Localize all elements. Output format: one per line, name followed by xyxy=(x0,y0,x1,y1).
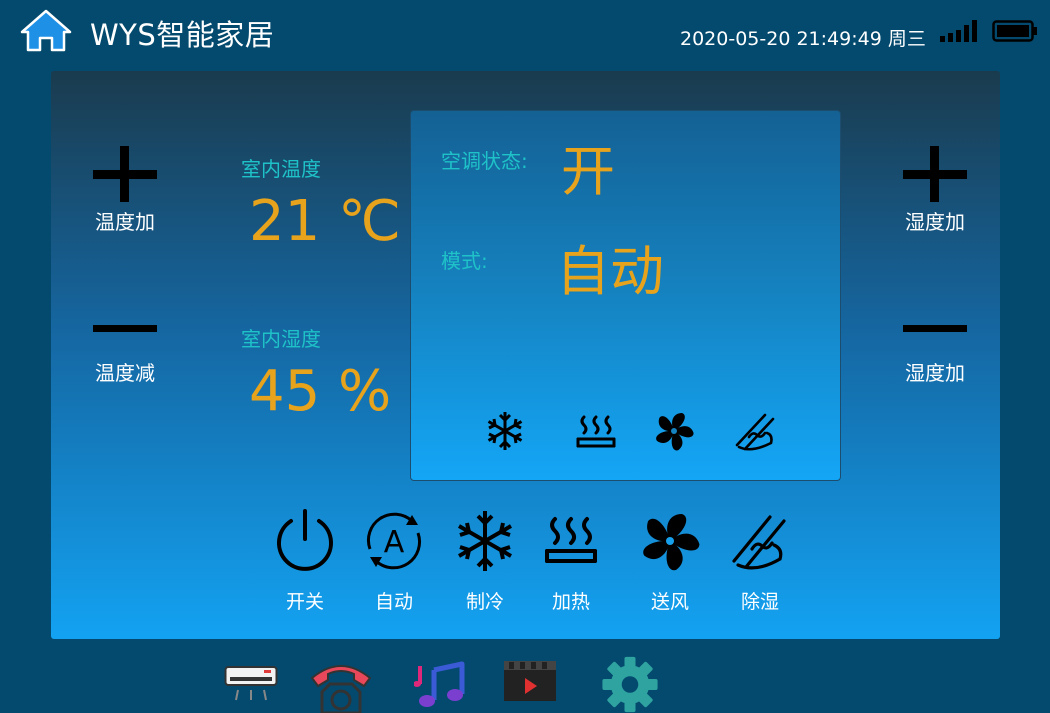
mode-value: 自动 xyxy=(556,240,664,303)
humidity-increase-label: 湿度加 xyxy=(905,210,965,234)
heat-icon xyxy=(576,415,616,448)
cool-mode-button[interactable]: 制冷 xyxy=(445,509,525,614)
humidity-decrease-label: 湿度加 xyxy=(905,361,965,385)
power-label: 开关 xyxy=(285,591,324,613)
fan-icon xyxy=(643,514,700,571)
heat-mode-label: 加热 xyxy=(551,591,590,613)
plus-icon xyxy=(903,146,967,202)
signal-icon xyxy=(940,20,977,42)
battery-icon xyxy=(992,20,1037,42)
fan-mode-button[interactable]: 送风 xyxy=(630,509,710,614)
temperature-increase-button[interactable]: 温度加 xyxy=(70,146,180,235)
minus-icon xyxy=(903,325,967,332)
dehumidify-mode-button[interactable]: 除湿 xyxy=(720,509,800,614)
datetime-display: 2020-05-20 21:49:49 周三 xyxy=(680,28,926,50)
temperature-decrease-label: 温度减 xyxy=(95,361,155,385)
music-icon[interactable] xyxy=(414,660,466,710)
auto-mode-label: 自动 xyxy=(374,591,413,613)
power-button[interactable]: 开关 xyxy=(265,509,345,614)
svg-text:A: A xyxy=(384,525,405,560)
heat-mode-button[interactable]: 加热 xyxy=(531,509,611,614)
ac-status-value: 开 xyxy=(561,140,615,203)
fan-icon xyxy=(656,413,694,451)
snowflake-icon xyxy=(458,511,512,571)
dehumidify-mode-label: 除湿 xyxy=(740,591,779,613)
auto-icon: A xyxy=(366,512,422,570)
ac-status-panel: 空调状态: 开 模式: 自动 xyxy=(410,110,841,481)
indoor-humidity-value: 45 % xyxy=(249,359,392,424)
humidity-increase-button[interactable]: 湿度加 xyxy=(880,146,990,235)
dehumidify-icon xyxy=(735,413,775,451)
auto-mode-button[interactable]: A 自动 xyxy=(354,509,434,614)
cool-mode-label: 制冷 xyxy=(465,591,504,613)
humidity-decrease-button[interactable]: 湿度加 xyxy=(880,325,990,386)
power-icon xyxy=(277,509,333,571)
fan-mode-label: 送风 xyxy=(650,591,689,613)
main-panel: 温度加 温度减 室内温度 21 ℃ 室内湿度 45 % 湿度加 湿度加 空调状态… xyxy=(51,71,1000,639)
temperature-decrease-button[interactable]: 温度减 xyxy=(70,325,180,386)
telephone-icon[interactable] xyxy=(308,658,374,713)
ac-status-label: 空调状态: xyxy=(441,149,528,173)
air-conditioner-icon[interactable] xyxy=(224,664,278,704)
indoor-temperature-label: 室内温度 xyxy=(241,157,321,181)
dehumidify-icon xyxy=(732,515,786,570)
settings-gear-icon[interactable] xyxy=(599,656,661,713)
snowflake-icon xyxy=(487,412,523,450)
video-icon[interactable] xyxy=(503,660,557,702)
mode-label: 模式: xyxy=(441,249,488,273)
indoor-humidity-label: 室内湿度 xyxy=(241,327,321,351)
heat-icon xyxy=(545,517,597,563)
app-root: WYS智能家居 2020-05-20 21:49:49 周三 温度加 温度减 室… xyxy=(0,0,1050,713)
app-title: WYS智能家居 xyxy=(90,18,275,52)
plus-icon xyxy=(93,146,157,202)
temperature-increase-label: 温度加 xyxy=(95,210,155,234)
indoor-temperature-value: 21 ℃ xyxy=(249,189,401,254)
minus-icon xyxy=(93,325,157,332)
home-icon[interactable] xyxy=(20,8,72,52)
